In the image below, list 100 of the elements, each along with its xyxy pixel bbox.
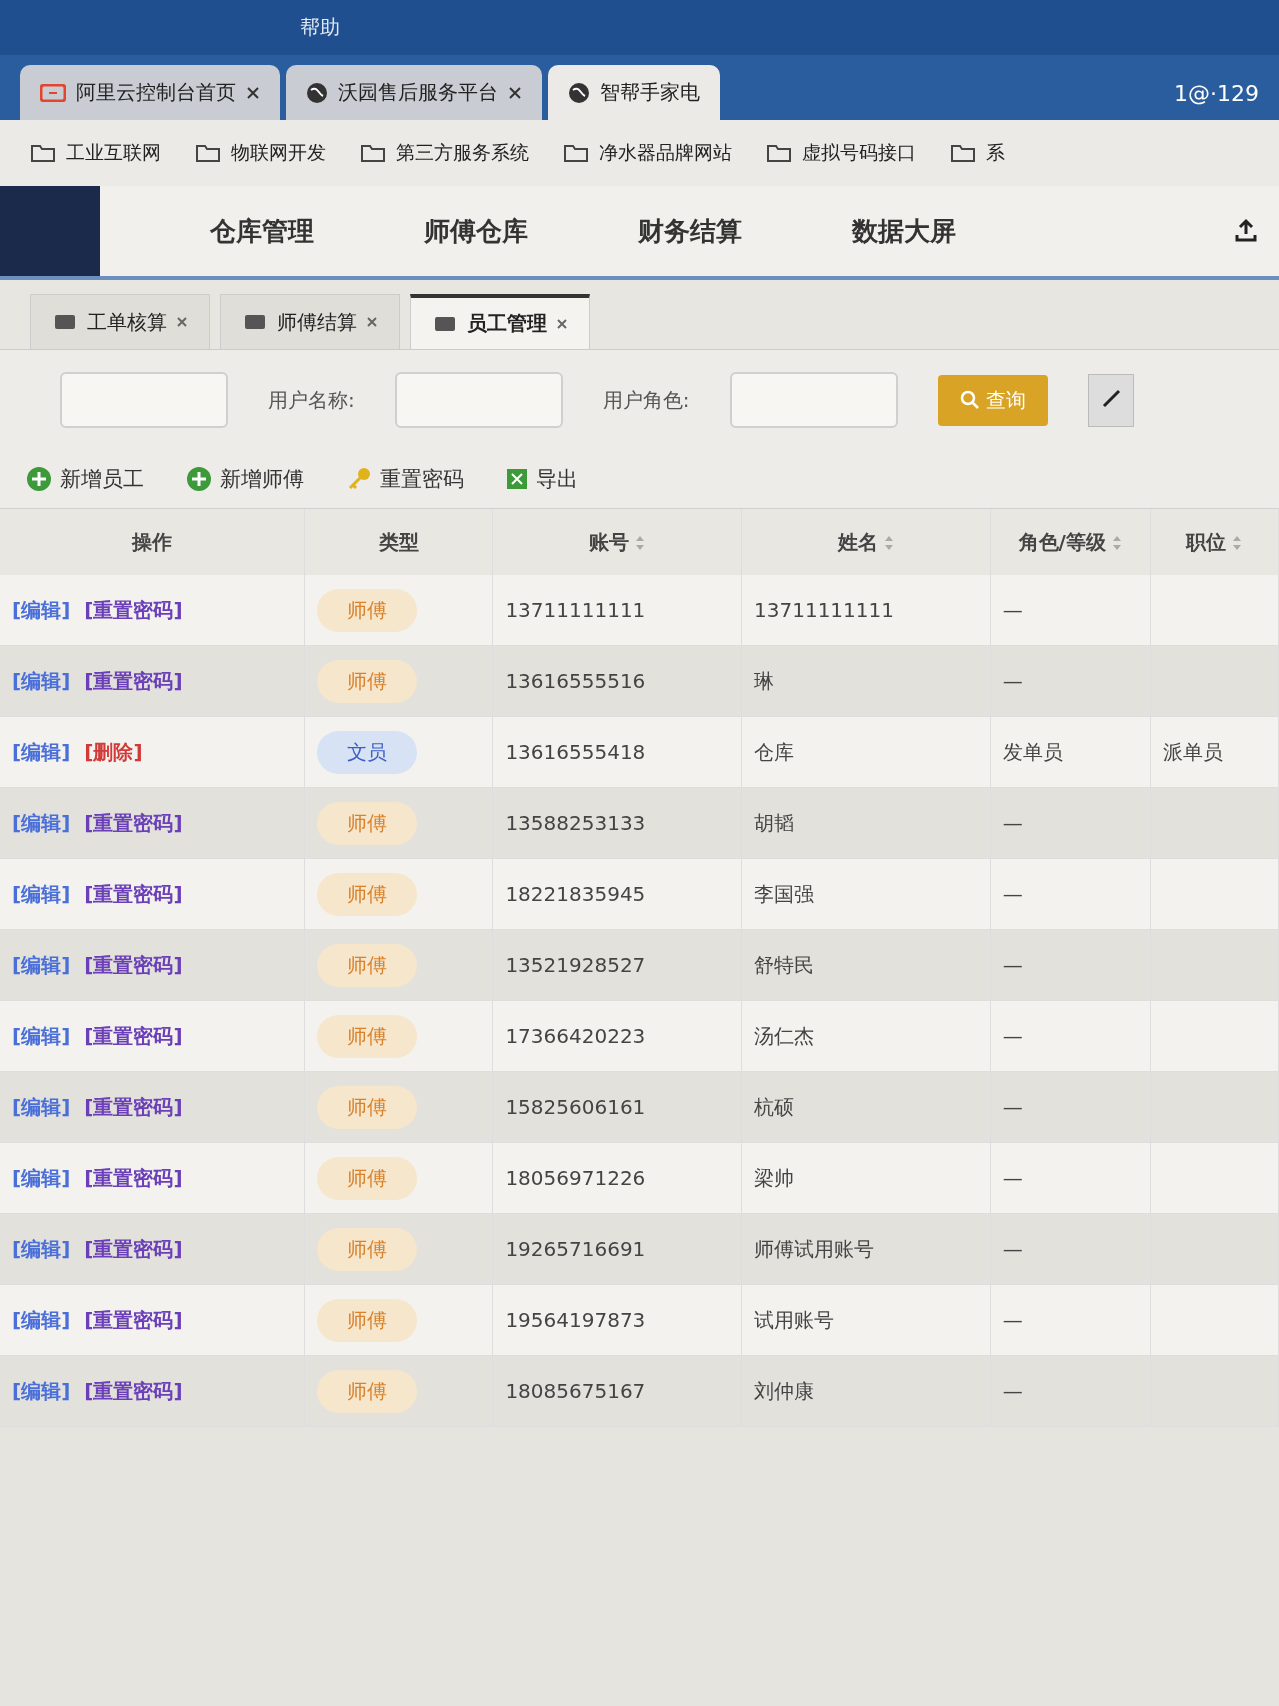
search-icon <box>959 390 980 410</box>
action-link[interactable]: [编辑] <box>12 739 71 764</box>
action-link[interactable]: [重置密码] <box>84 881 183 906</box>
action-link[interactable]: [重置密码] <box>84 810 183 835</box>
clear-button[interactable] <box>1087 373 1134 427</box>
globe-icon <box>306 81 328 104</box>
table-cell: 师傅试用账号 <box>741 1213 991 1285</box>
column-header[interactable]: 职位 <box>1150 509 1279 575</box>
action-link[interactable]: [重置密码] <box>84 1165 183 1190</box>
table-cell: — <box>990 1213 1151 1285</box>
type-badge: 师傅 <box>317 588 417 632</box>
bookmark-folder[interactable]: 工业互联网 <box>30 140 161 166</box>
action-link[interactable]: [编辑] <box>12 1165 71 1190</box>
table-cell: 13711111111 <box>492 575 742 646</box>
table-cell: — <box>990 1142 1151 1214</box>
toolbar-button[interactable]: 新增师傅 <box>180 464 310 494</box>
action-link[interactable]: [重置密码] <box>84 668 183 693</box>
table-cell: — <box>990 1071 1151 1143</box>
type-badge: 师傅 <box>317 659 417 703</box>
bookmark-label: 虚拟号码接口 <box>802 140 916 165</box>
column-header[interactable]: 账号 <box>492 509 742 575</box>
bookmark-label: 系 <box>986 140 1005 165</box>
table-cell: 李国强 <box>741 858 991 930</box>
action-link[interactable]: [编辑] <box>12 1236 71 1261</box>
folder-icon <box>30 143 56 163</box>
close-icon[interactable] <box>177 317 187 327</box>
table-cell: 试用账号 <box>741 1284 991 1356</box>
nav-item[interactable]: 财务结算 <box>638 213 742 249</box>
bookmark-folder[interactable]: 第三方服务系统 <box>360 140 529 166</box>
action-link[interactable]: [编辑] <box>12 1094 71 1119</box>
bookmark-folder[interactable]: 系 <box>950 140 1005 166</box>
action-link[interactable]: [删除] <box>84 739 143 764</box>
table-cell: 发单员 <box>990 716 1151 788</box>
input-field[interactable] <box>394 372 563 428</box>
action-link[interactable]: [重置密码] <box>84 1378 183 1403</box>
bookmark-folder[interactable]: 虚拟号码接口 <box>766 140 916 166</box>
table-cell: — <box>990 1355 1151 1427</box>
upload-icon[interactable] <box>1233 218 1259 244</box>
close-icon[interactable] <box>246 85 260 100</box>
nav-item[interactable]: 仓库管理 <box>210 213 314 249</box>
action-link[interactable]: [编辑] <box>12 597 71 622</box>
table-cell: 胡韬 <box>741 787 991 859</box>
key-icon <box>346 466 372 492</box>
table-cell: 13616555418 <box>492 716 742 788</box>
type-badge: 师傅 <box>317 943 417 987</box>
type-badge: 师傅 <box>317 872 417 916</box>
column-header[interactable]: 角色/等级 <box>990 509 1151 575</box>
action-link[interactable]: [编辑] <box>12 1023 71 1048</box>
page-tab[interactable]: 员工管理 <box>410 294 590 349</box>
action-link[interactable]: [编辑] <box>12 1378 71 1403</box>
tab-label: 师傅结算 <box>277 308 357 336</box>
browser-tab[interactable]: 智帮手家电 <box>548 65 720 120</box>
tab-icon <box>243 312 267 332</box>
table-cell: 汤仁杰 <box>741 1000 991 1072</box>
toolbar-button[interactable]: 新增员工 <box>20 464 150 494</box>
action-link[interactable]: [重置密码] <box>84 1094 183 1119</box>
action-link[interactable]: [编辑] <box>12 810 71 835</box>
bookmark-folder[interactable]: 净水器品牌网站 <box>563 140 732 166</box>
folder-icon <box>563 143 589 163</box>
nav-item[interactable]: 师傅仓库 <box>424 213 528 249</box>
column-header[interactable]: 姓名 <box>741 509 991 575</box>
table-cell: 13521928527 <box>492 929 742 1001</box>
table-cell: 19265716691 <box>492 1213 742 1285</box>
tab-title: 智帮手家电 <box>600 79 700 106</box>
action-link[interactable]: [重置密码] <box>84 1236 183 1261</box>
action-link[interactable]: [编辑] <box>12 1307 71 1332</box>
table-cell: 17366420223 <box>492 1000 742 1072</box>
action-link[interactable]: [编辑] <box>12 881 71 906</box>
cloud-logo-icon <box>40 83 66 102</box>
browser-tab[interactable]: 阿里云控制台首页 <box>20 65 280 120</box>
table-cell: — <box>990 787 1151 859</box>
action-link[interactable]: [编辑] <box>12 668 71 693</box>
action-link[interactable]: [重置密码] <box>84 597 183 622</box>
input-field[interactable] <box>729 372 898 428</box>
nav-item[interactable]: 数据大屏 <box>852 213 956 249</box>
folder-icon <box>766 143 792 163</box>
action-link[interactable]: [重置密码] <box>84 1023 183 1048</box>
toolbar-button[interactable]: 重置密码 <box>340 464 470 494</box>
close-icon[interactable] <box>508 85 522 100</box>
input-field[interactable] <box>60 372 228 428</box>
account-label[interactable]: 1@·129 <box>1174 81 1259 120</box>
close-icon[interactable] <box>557 318 567 329</box>
folder-icon <box>195 143 221 163</box>
close-icon[interactable] <box>367 317 377 327</box>
bookmark-label: 第三方服务系统 <box>396 140 529 165</box>
table-cell: 18085675167 <box>492 1355 742 1427</box>
table-cell: 13711111111 <box>741 575 991 646</box>
browser-tab[interactable]: 沃园售后服务平台 <box>286 65 542 120</box>
column-header: 类型 <box>304 509 493 575</box>
bookmark-folder[interactable]: 物联网开发 <box>195 140 326 166</box>
table-cell: 仓库 <box>741 716 991 788</box>
action-link[interactable]: [重置密码] <box>84 1307 183 1332</box>
action-link[interactable]: [重置密码] <box>84 952 183 977</box>
page-tab[interactable]: 师傅结算 <box>220 294 400 349</box>
type-badge: 文员 <box>317 730 417 774</box>
table-cell: 杭硕 <box>741 1071 991 1143</box>
page-tab[interactable]: 工单核算 <box>30 294 210 349</box>
action-link[interactable]: [编辑] <box>12 952 71 977</box>
menu-item[interactable]: 帮助 <box>300 14 340 41</box>
toolbar-button[interactable]: 导出 <box>500 464 584 494</box>
